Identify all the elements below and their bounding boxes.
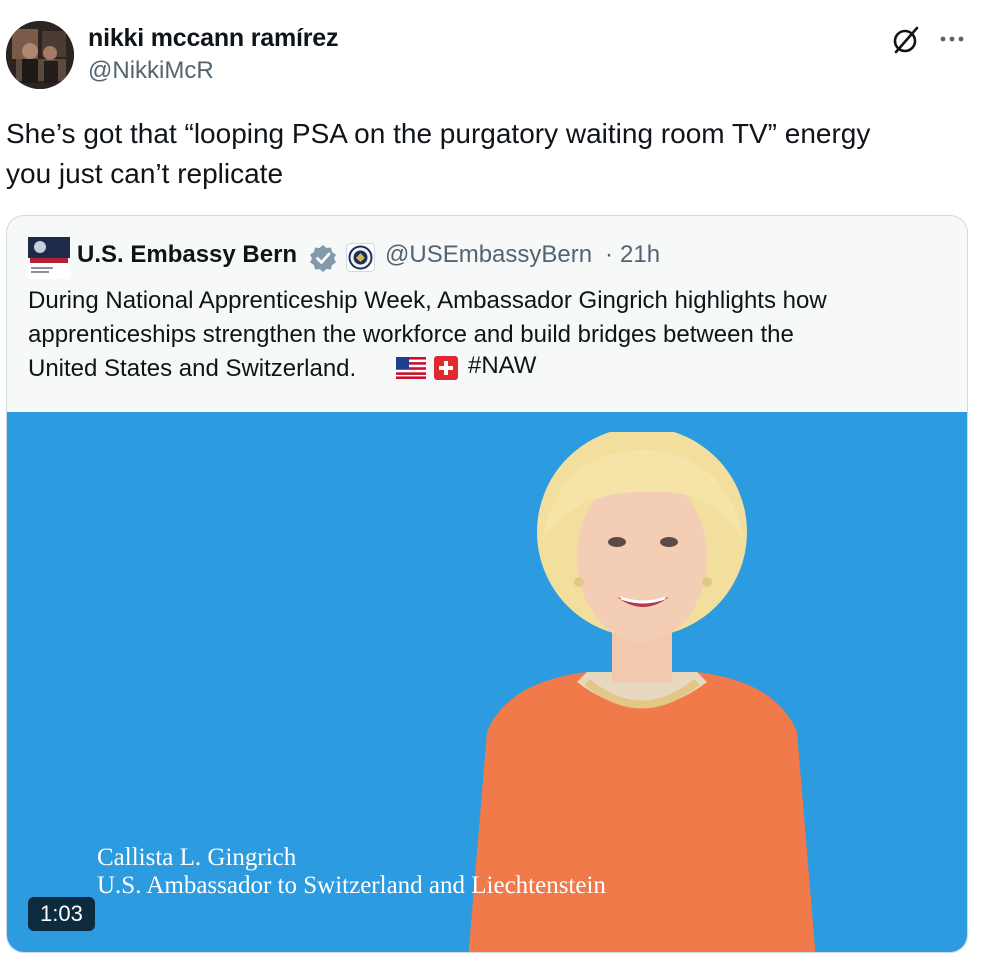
dot-separator: · bbox=[605, 241, 613, 268]
video-caption-name: Callista L. Gingrich bbox=[97, 844, 297, 871]
more-horizontal-icon[interactable] bbox=[935, 24, 969, 54]
verified-badge-icon bbox=[308, 243, 338, 273]
hashtag-link[interactable]: #NAW bbox=[468, 352, 536, 380]
quoted-timestamp[interactable]: 21h bbox=[620, 241, 660, 269]
video-player[interactable]: Callista L. Gingrich U.S. Ambassador to … bbox=[7, 412, 967, 952]
quoted-author-avatar[interactable] bbox=[28, 237, 70, 279]
author-avatar[interactable] bbox=[6, 21, 74, 89]
quoted-tweet-card[interactable]: U.S. Embassy Bern @USEmbassyBern · 21h D… bbox=[6, 215, 968, 953]
us-flag-icon bbox=[396, 357, 426, 379]
tweet-text: She’s got that “looping PSA on the purga… bbox=[6, 118, 871, 189]
government-seal-icon bbox=[346, 243, 375, 272]
quoted-handle[interactable]: @USEmbassyBern bbox=[385, 241, 592, 269]
swiss-flag-icon bbox=[434, 356, 458, 380]
grok-slash-icon[interactable] bbox=[890, 24, 922, 56]
quoted-display-name[interactable]: U.S. Embassy Bern bbox=[77, 241, 297, 269]
author-display-name[interactable]: nikki mccann ramírez bbox=[88, 24, 338, 53]
video-duration-badge: 1:03 bbox=[28, 897, 95, 931]
author-handle[interactable]: @NikkiMcR bbox=[88, 57, 214, 85]
video-caption-title: U.S. Ambassador to Switzerland and Liech… bbox=[97, 872, 606, 899]
